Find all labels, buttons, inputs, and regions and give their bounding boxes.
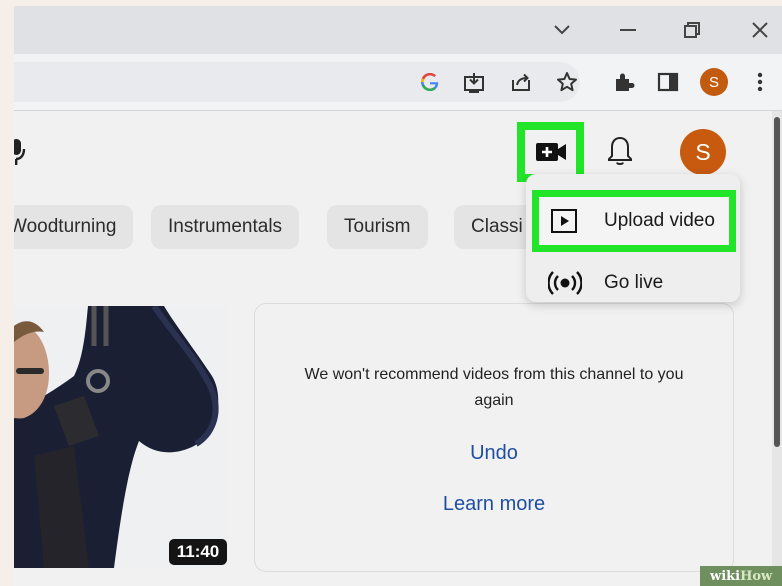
learn-more-link[interactable]: Learn more (255, 493, 733, 516)
watermark-prefix: wiki (710, 568, 741, 584)
share-icon[interactable] (505, 66, 537, 98)
create-menu: Upload video Go live (526, 174, 740, 302)
chip-label: Instrumentals (168, 216, 283, 237)
undo-link[interactable]: Undo (255, 442, 733, 465)
video-thumbnail[interactable]: 11:40 (14, 306, 228, 568)
go-live-icon (547, 271, 583, 295)
close-icon[interactable] (740, 10, 780, 50)
chip-instrumentals[interactable]: Instrumentals (151, 205, 300, 249)
menu-label-go-live: Go live (604, 272, 664, 293)
side-panel-icon[interactable] (652, 66, 684, 98)
chip-label: Tourism (344, 216, 411, 237)
restore-icon[interactable] (672, 10, 712, 50)
menu-item-go-live[interactable]: Go live (526, 259, 740, 307)
chip-tourism[interactable]: Tourism (327, 205, 428, 249)
youtube-page: S Woodturning Instrumentals Tourism Clas… (14, 111, 782, 586)
install-icon[interactable] (458, 66, 490, 98)
chip-label: Classi (471, 216, 523, 237)
kebab-menu-icon[interactable] (744, 66, 776, 98)
account-avatar[interactable]: S (680, 129, 726, 175)
video-duration-badge: 11:40 (169, 539, 227, 565)
title-bar (14, 6, 782, 54)
thumbnail-image (14, 306, 228, 568)
create-button[interactable] (517, 122, 584, 182)
create-button-inner (525, 130, 576, 174)
page-scrollbar[interactable] (772, 111, 782, 586)
video-camera-plus-icon (535, 143, 566, 161)
dismissal-message: We won't recommend videos from this chan… (304, 366, 684, 409)
minimize-icon[interactable] (608, 10, 648, 50)
extensions-icon[interactable] (608, 66, 640, 98)
google-icon[interactable] (414, 66, 446, 98)
scrollbar-thumb[interactable] (774, 117, 780, 447)
wikihow-watermark: wiki How (700, 566, 782, 586)
upload-video-icon (551, 209, 577, 233)
notifications-bell-icon[interactable] (606, 135, 636, 169)
microphone-icon[interactable] (14, 137, 32, 167)
browser-toolbar: S (14, 54, 782, 111)
address-bar[interactable] (14, 62, 580, 102)
chevron-down-icon[interactable] (542, 10, 582, 50)
watermark-suffix: How (740, 568, 773, 584)
menu-label-upload-video: Upload video (604, 210, 715, 231)
browser-window: S S Woodturning Instrumentals Tourism Cl… (14, 6, 782, 586)
menu-item-upload-video[interactable]: Upload video (539, 197, 729, 245)
chip-woodturning[interactable]: Woodturning (14, 205, 134, 249)
profile-initial: S (700, 68, 728, 96)
account-avatar-initial: S (695, 138, 711, 165)
profile-avatar[interactable]: S (698, 66, 730, 98)
bookmark-star-icon[interactable] (551, 66, 583, 98)
chip-label: Woodturning (14, 216, 117, 237)
dismissed-recommendation-card: We won't recommend videos from this chan… (254, 303, 734, 572)
